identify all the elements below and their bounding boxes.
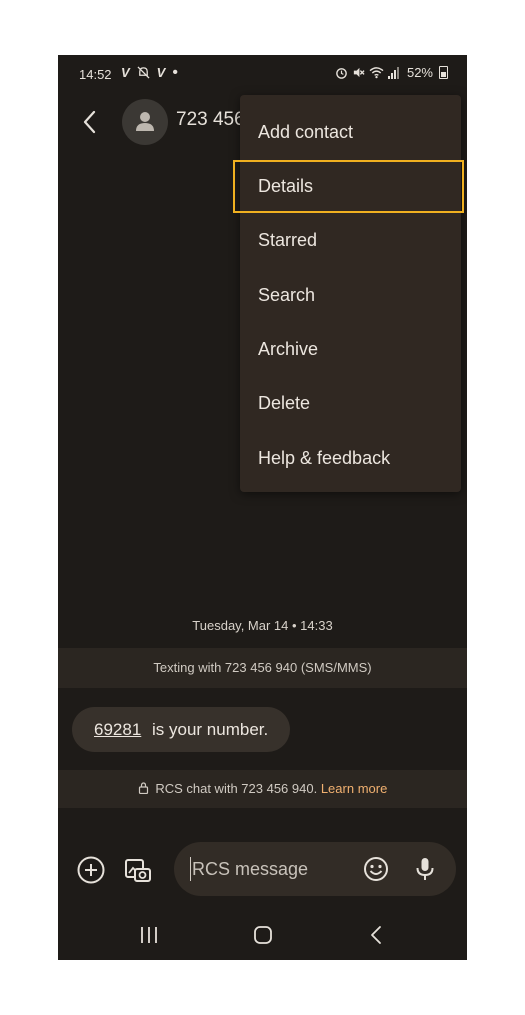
add-circle-icon[interactable] [76, 855, 106, 885]
emoji-icon[interactable] [363, 856, 389, 882]
home-icon[interactable] [251, 924, 275, 946]
phone-screen: 14:52 V V • 52% 723 456 940 Add contact … [58, 55, 467, 960]
microphone-icon[interactable] [412, 856, 438, 882]
status-bar: 14:52 V V • 52% [58, 55, 467, 93]
menu-item-help-feedback[interactable]: Help & feedback [240, 431, 461, 485]
menu-item-delete[interactable]: Delete [240, 376, 461, 430]
menu-item-starred[interactable]: Starred [240, 213, 461, 267]
gallery-camera-icon[interactable] [123, 855, 153, 885]
message-bubble[interactable]: 69281 is your number. [72, 707, 291, 752]
texting-info-text: Texting with 723 456 940 (SMS/MMS) [153, 660, 372, 675]
message-input[interactable] [190, 857, 352, 881]
rcs-info-text: RCS chat with 723 456 940. [155, 781, 318, 796]
texting-info-bar: Texting with 723 456 940 (SMS/MMS) [58, 648, 467, 688]
menu-item-add-contact[interactable]: Add contact [240, 105, 461, 159]
lock-icon [138, 782, 148, 795]
menu-item-search[interactable]: Search [240, 268, 461, 322]
avatar[interactable] [122, 99, 168, 145]
wifi-icon [369, 67, 384, 79]
recents-icon[interactable] [137, 924, 161, 946]
battery-icon [439, 66, 448, 79]
details-highlight-box [233, 160, 464, 213]
message-text: is your number. [152, 720, 269, 739]
date-separator: Tuesday, Mar 14 • 14:33 [192, 618, 333, 633]
dot-icon: • [172, 64, 178, 81]
v-icon: V [156, 65, 166, 80]
signal-icon [387, 66, 399, 79]
learn-more-link[interactable]: Learn more [321, 781, 387, 796]
message-composer [174, 842, 456, 896]
vibrate-off-icon [353, 67, 365, 78]
back-icon[interactable] [365, 924, 389, 946]
menu-item-archive[interactable]: Archive [240, 322, 461, 376]
alarm-icon [336, 68, 347, 79]
battery-level: 52% [406, 65, 433, 80]
rcs-info-bar: RCS chat with 723 456 940. Learn more [58, 770, 467, 808]
message-number-link[interactable]: 69281 [94, 720, 141, 739]
back-arrow-icon[interactable] [78, 107, 102, 137]
mute-icon [137, 66, 150, 79]
overflow-menu: Add contact Details Starred Search Archi… [240, 95, 461, 492]
system-navigation-bar [58, 910, 467, 960]
person-icon [136, 112, 154, 131]
v-icon: V [121, 65, 130, 80]
status-time: 14:52 [79, 67, 112, 82]
